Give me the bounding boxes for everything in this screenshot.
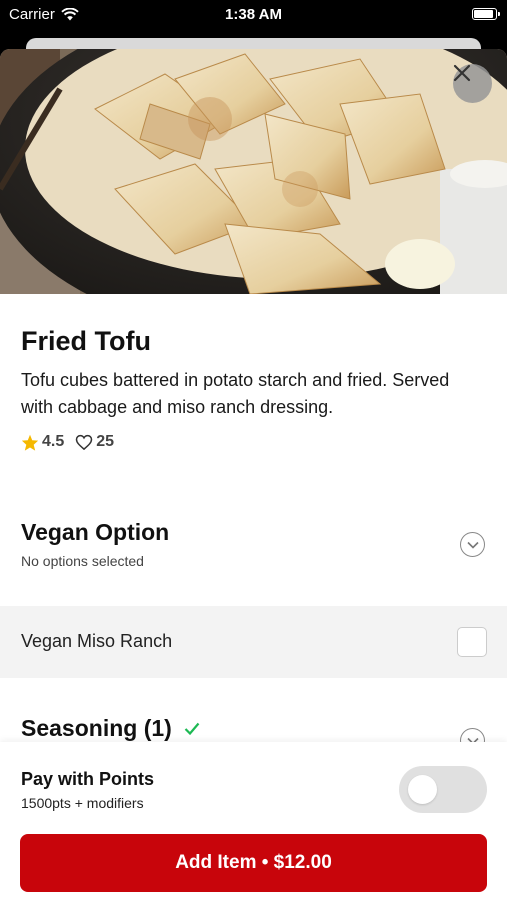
seasoning-header: Seasoning (1)	[21, 715, 200, 742]
item-description: Tofu cubes battered in potato starch and…	[21, 370, 450, 417]
item-title: Fried Tofu	[21, 326, 151, 356]
status-time: 1:38 AM	[225, 6, 282, 23]
likes[interactable]: 25	[75, 433, 114, 451]
rating: 4.5	[21, 433, 64, 451]
vegan-option-chevron[interactable]	[460, 532, 485, 557]
rating-value: 4.5	[42, 433, 65, 450]
likes-count: 25	[96, 433, 115, 450]
close-button[interactable]	[453, 64, 492, 103]
status-bar: Carrier 1:38 AM	[0, 0, 507, 30]
battery-icon	[472, 8, 500, 20]
option-vegan-miso-ranch[interactable]: Vegan Miso Ranch	[0, 606, 507, 678]
vegan-option-subtitle: No options selected	[21, 553, 144, 569]
pay-with-points-title: Pay with Points	[21, 769, 155, 789]
option-checkbox[interactable]	[457, 627, 487, 657]
chevron-down-icon	[466, 541, 479, 549]
pay-with-points-subtitle: 1500pts + modifiers	[21, 795, 144, 811]
checkout-footer: Pay with Points 1500pts + modifiers Add …	[0, 742, 507, 900]
star-icon	[21, 434, 39, 451]
pay-with-points-toggle[interactable]	[399, 766, 487, 813]
vegan-option-section[interactable]: Vegan Option No options selected	[0, 511, 507, 581]
item-stats: 4.5 25	[21, 433, 486, 451]
close-icon	[453, 64, 471, 82]
toggle-knob	[408, 775, 437, 804]
seasoning-title: Seasoning (1)	[21, 715, 172, 741]
item-photo	[0, 49, 507, 294]
heart-icon	[75, 434, 93, 450]
option-label: Vegan Miso Ranch	[21, 631, 173, 651]
checkmark-icon	[184, 722, 200, 735]
fried-tofu-image	[0, 49, 507, 294]
item-detail-sheet: Fried Tofu Tofu cubes battered in potato…	[0, 49, 507, 900]
vegan-option-title: Vegan Option	[21, 519, 170, 545]
item-info: Fried Tofu Tofu cubes battered in potato…	[0, 294, 507, 451]
add-item-button[interactable]: Add Item • $12.00	[20, 834, 487, 892]
